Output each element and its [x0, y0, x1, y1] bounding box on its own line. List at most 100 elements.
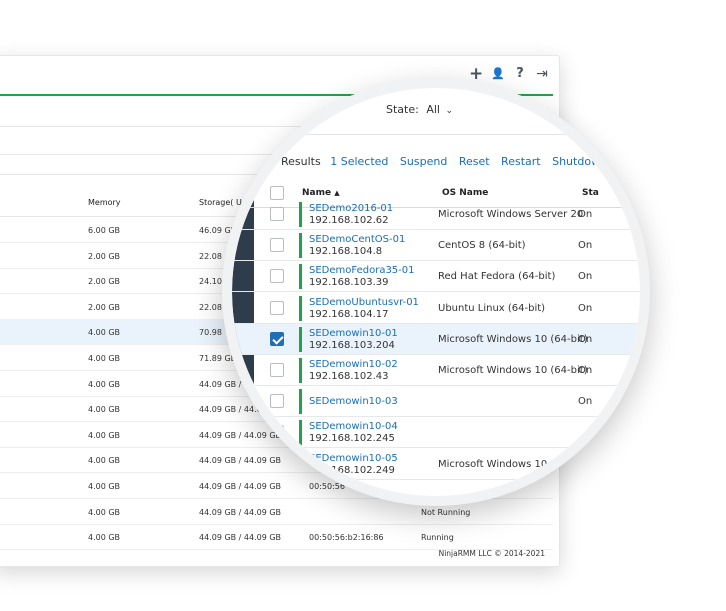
- shutdown-button[interactable]: Shutdown: [552, 155, 607, 168]
- storage-cell: 70.98: [199, 328, 222, 338]
- status-indicator-bar: [299, 264, 302, 290]
- vm-ip-address: 192.168.102.245: [309, 433, 395, 445]
- select-all-checkbox[interactable]: [270, 186, 284, 200]
- vm-name-link[interactable]: SEDemowin10-04: [309, 421, 398, 432]
- selected-count-link[interactable]: 1 Selected: [330, 155, 388, 168]
- plus-icon[interactable]: +: [469, 66, 483, 83]
- vm-name-link[interactable]: SEDemowin10-01: [309, 328, 398, 339]
- memory-cell: 4.00 GB: [88, 430, 121, 440]
- row-select-checkbox[interactable]: [270, 300, 284, 315]
- vm-row[interactable]: SEDemowin10-01 192.168.103.204 Microsoft W…: [232, 323, 640, 355]
- power-button[interactable]: Powe: [619, 155, 640, 168]
- sort-ascending-icon: ▲: [334, 189, 340, 197]
- vm-os-name: Red Hat Fedora (64-bit): [438, 271, 556, 283]
- vm-ip-address: 192.168.104.8: [309, 246, 383, 258]
- status-cell: Running: [421, 533, 454, 543]
- vm-name-link[interactable]: SEDemoCentOS-01: [309, 234, 405, 245]
- status-indicator-bar: [299, 389, 302, 415]
- memory-cell: 4.00 GB: [88, 507, 121, 517]
- state-filter-label: State:: [386, 103, 419, 116]
- row-select-checkbox[interactable]: [270, 363, 284, 377]
- reset-button[interactable]: Reset: [459, 155, 490, 168]
- vm-name-link[interactable]: SEDemoUbuntusvr-01: [309, 297, 419, 308]
- memory-cell: 4.00 GB: [88, 354, 121, 363]
- vm-row[interactable]: SEDemo2016-01 192.168.102.62 Microsoft Win…: [232, 199, 640, 230]
- vm-power-status: On: [578, 271, 593, 283]
- vm-os-name: Microsoft Windows Server 20: [438, 209, 584, 220]
- storage-cell: 44.09 GB / 44.09 GB: [199, 533, 282, 543]
- status-indicator-bar: [299, 358, 302, 383]
- vm-ip-address: 192.168.102.43: [309, 371, 389, 382]
- user-settings-icon[interactable]: 👤: [491, 66, 505, 82]
- vm-power-status: O: [578, 458, 586, 470]
- vm-os-name: Ubuntu Linux (64-bit): [438, 302, 546, 314]
- bulk-action-bar: Results 1 Selected Suspend Reset Restart…: [281, 155, 640, 168]
- status-indicator-bar: [299, 295, 302, 321]
- vm-name-link[interactable]: SEDemowin10-03: [309, 396, 398, 407]
- storage-cell: 24.10: [199, 277, 222, 287]
- vm-name-link[interactable]: SEDemowin10-02: [309, 359, 398, 370]
- vm-power-status: On: [578, 333, 593, 345]
- column-header-name[interactable]: Name ▲: [302, 188, 340, 198]
- vm-ip-address: 192.168.102.62: [309, 215, 389, 226]
- storage-cell: 22.08: [199, 251, 222, 261]
- vm-os-name: CentOS 8 (64-bit): [438, 240, 526, 252]
- help-icon[interactable]: ?: [513, 66, 527, 82]
- vm-row[interactable]: SEDemowin10-04 192.168.102.245: [232, 417, 640, 449]
- vm-name-link[interactable]: SEDemo2016-01: [309, 203, 393, 214]
- vm-os-name: Microsoft Windows 10 (6: [438, 458, 561, 470]
- name-header-label: Name: [302, 188, 332, 198]
- suspend-button[interactable]: Suspend: [400, 155, 447, 168]
- table-row[interactable]: 4.00 GB 44.09 GB / 44.09 GB 00:50:56:b2:16…: [0, 524, 553, 551]
- column-header-os-name[interactable]: OS Name: [442, 188, 488, 198]
- row-select-checkbox[interactable]: [270, 425, 284, 440]
- vm-row[interactable]: SEDemowin10-05 192.168.102.249 Microsoft W…: [232, 449, 640, 480]
- copyright-footer: NinjaRMM LLC © 2014-2021: [438, 549, 545, 558]
- state-filter[interactable]: State: All ⌄: [386, 103, 453, 116]
- status-indicator-bar: [299, 233, 302, 259]
- memory-cell: 2.00 GB: [88, 277, 121, 287]
- vm-name-link[interactable]: SEDemowin10-05: [309, 453, 398, 464]
- vm-power-status: On: [578, 365, 593, 376]
- row-select-checkbox[interactable]: [270, 331, 284, 346]
- status-indicator-bar: [299, 326, 302, 352]
- vm-row[interactable]: SEDemoCentOS-01 192.168.104.8 CentOS 8 (64…: [232, 230, 640, 262]
- vm-row[interactable]: SEDemoUbuntusvr-01 192.168.104.17 Ubuntu L…: [232, 293, 640, 324]
- memory-cell: 2.00 GB: [88, 251, 121, 261]
- row-select-checkbox[interactable]: [270, 456, 284, 471]
- storage-cell: 22.08: [199, 302, 222, 312]
- storage-cell: 71.89 GB: [199, 354, 237, 363]
- memory-cell: 4.00 GB: [88, 328, 121, 338]
- magnifier-lens: State: All ⌄ Results 1 Selected Suspend …: [222, 78, 650, 506]
- results-label: Results: [281, 155, 321, 168]
- row-select-checkbox[interactable]: [270, 238, 284, 253]
- memory-cell: 6.00 GB: [88, 226, 121, 235]
- vm-ip-address: 192.168.104.17: [309, 308, 389, 320]
- status-indicator-bar: [299, 451, 302, 477]
- vm-power-status: On: [578, 396, 593, 408]
- row-select-checkbox[interactable]: [270, 269, 284, 284]
- memory-cell: 4.00 GB: [88, 456, 121, 466]
- vm-power-status: On: [578, 302, 593, 314]
- row-select-checkbox[interactable]: [270, 207, 284, 221]
- vm-row[interactable]: SEDemoFedora35-01 192.168.103.39 Red Hat F…: [232, 261, 640, 293]
- vm-row[interactable]: SEDemowin10-02 192.168.102.43 Microsoft Wi…: [232, 355, 640, 386]
- restart-button[interactable]: Restart: [501, 155, 541, 168]
- memory-cell: 2.00 GB: [88, 302, 121, 312]
- memory-cell: 4.00 GB: [88, 482, 121, 491]
- column-header-status[interactable]: Sta: [582, 188, 599, 198]
- divider: [232, 134, 640, 135]
- vm-power-status: On: [578, 240, 593, 252]
- logout-icon[interactable]: ⇥: [535, 66, 549, 82]
- vm-os-name: Microsoft Windows 10 (64-bit): [438, 333, 588, 345]
- vm-ip-address: 192.168.103.39: [309, 277, 389, 289]
- status-cell: Not Running: [421, 507, 471, 517]
- column-header-memory[interactable]: Memory: [88, 198, 121, 207]
- mac-address-cell: 00:50:56:b2:16:86: [309, 533, 384, 543]
- row-select-checkbox[interactable]: [270, 394, 284, 409]
- memory-cell: 4.00 GB: [88, 379, 121, 389]
- vm-row[interactable]: SEDemowin10-03 On: [232, 386, 640, 418]
- vm-name-link[interactable]: SEDemoFedora35-01: [309, 265, 415, 276]
- status-indicator-bar: [299, 420, 302, 446]
- memory-cell: 4.00 GB: [88, 533, 121, 543]
